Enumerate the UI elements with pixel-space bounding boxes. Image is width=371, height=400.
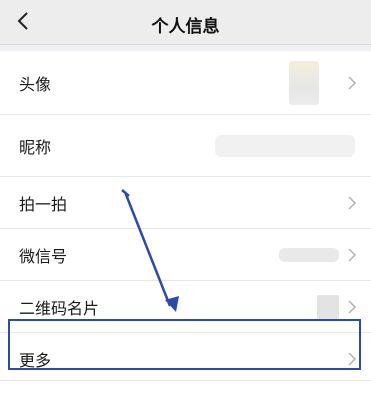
row-label-wechat-id: 微信号 (19, 246, 68, 266)
avatar (289, 60, 319, 105)
row-more[interactable]: 更多 (0, 333, 371, 384)
chevron-right-icon (348, 195, 357, 210)
chevron-right-icon (348, 351, 357, 366)
row-avatar[interactable]: 头像 (0, 51, 371, 115)
page-title: 个人信息 (151, 17, 220, 37)
row-label-qr-code: 二维码名片 (19, 298, 100, 318)
blurred-wechat-id (279, 247, 339, 262)
next-section-row (0, 380, 371, 400)
row-nickname[interactable]: 昵称 (0, 115, 371, 177)
blurred-nickname (215, 134, 355, 157)
chevron-right-icon (348, 247, 357, 262)
top-bar: 个人信息 (0, 0, 371, 45)
row-pat[interactable]: 拍一拍 (0, 177, 371, 229)
qr-code-icon (317, 294, 339, 319)
row-label-nickname: 昵称 (19, 137, 52, 157)
profile-list: 头像 昵称 拍一拍 微信号 二维码名片 更多 (0, 51, 371, 384)
row-label-pat: 拍一拍 (19, 194, 68, 214)
row-label-avatar: 头像 (19, 74, 52, 94)
row-label-more: 更多 (19, 350, 52, 370)
row-qr-code[interactable]: 二维码名片 (0, 281, 371, 333)
chevron-right-icon (348, 75, 357, 90)
row-wechat-id[interactable]: 微信号 (0, 229, 371, 281)
chevron-right-icon (348, 299, 357, 314)
